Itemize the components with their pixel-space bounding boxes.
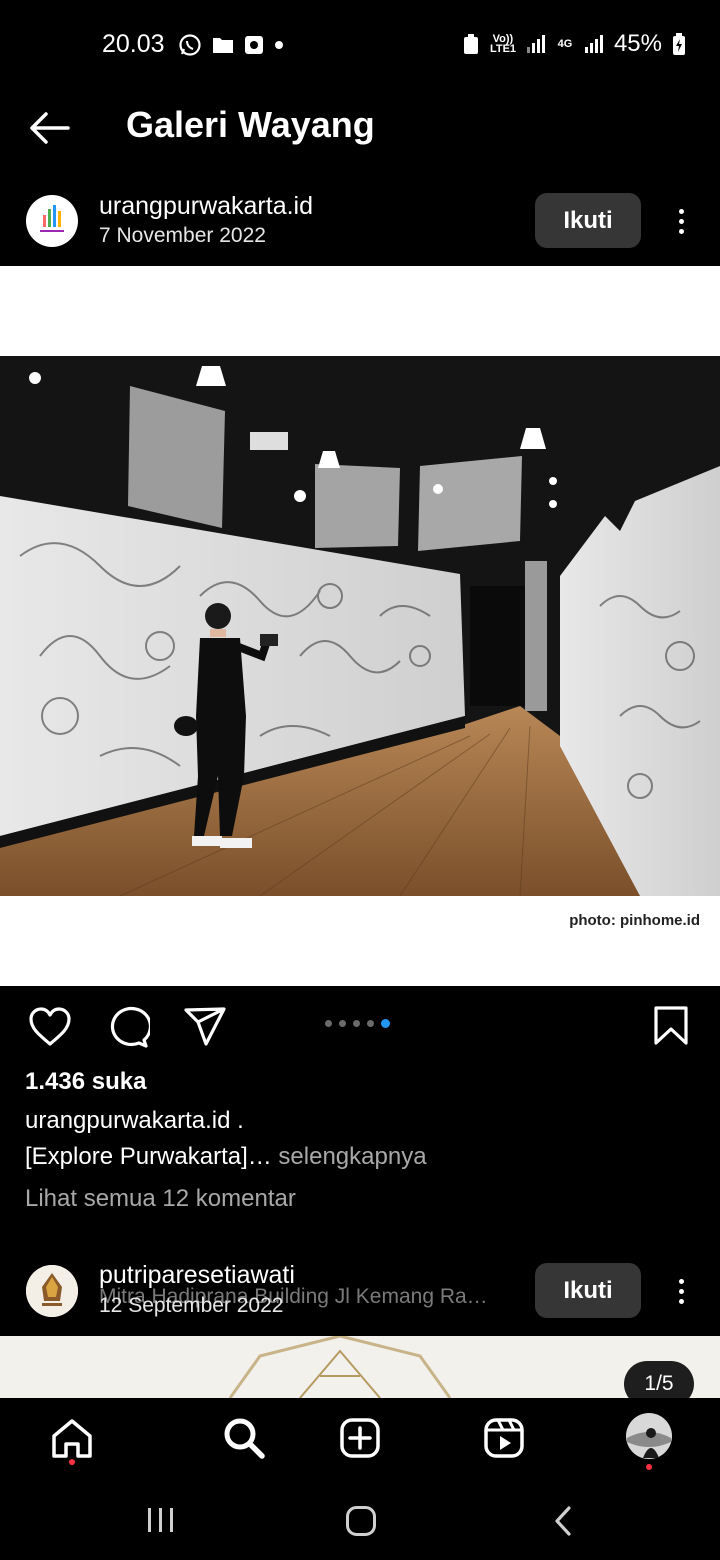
caption: [Explore Purwakarta]… selengkapnya bbox=[25, 1143, 427, 1171]
post1-follow-button[interactable]: Ikuti bbox=[535, 193, 641, 248]
camera-icon bbox=[245, 36, 263, 54]
signal-icon-1 bbox=[526, 35, 545, 53]
reels-icon[interactable] bbox=[482, 1416, 526, 1460]
battery-charging-icon bbox=[673, 33, 685, 55]
carousel-dot bbox=[325, 1020, 332, 1027]
back-arrow-icon[interactable] bbox=[28, 108, 72, 148]
folder-icon bbox=[213, 38, 233, 53]
post2-photo-preview bbox=[0, 1336, 720, 1398]
caption-username[interactable]: urangpurwakarta.id . bbox=[25, 1107, 244, 1135]
caption-text: [Explore Purwakarta]… bbox=[25, 1143, 272, 1170]
post2-more-options-icon[interactable] bbox=[671, 1271, 691, 1311]
create-icon[interactable] bbox=[338, 1416, 382, 1460]
carousel-indicator bbox=[325, 1019, 390, 1028]
dot-icon bbox=[275, 41, 283, 49]
photo-credit: photo: pinhome.id bbox=[569, 912, 700, 929]
post1-more-options-icon[interactable] bbox=[671, 201, 691, 241]
system-navigation-bar bbox=[0, 1478, 720, 1560]
bookmark-icon[interactable] bbox=[652, 1005, 690, 1047]
post2-media[interactable] bbox=[0, 1336, 720, 1398]
carousel-dot bbox=[353, 1020, 360, 1027]
view-all-comments-link[interactable]: Lihat semua 12 komentar bbox=[25, 1185, 296, 1213]
status-notification-icons bbox=[178, 33, 284, 57]
profile-avatar[interactable] bbox=[625, 1412, 673, 1460]
post2-date: 12 September 2022 bbox=[99, 1294, 284, 1317]
page-title: Galeri Wayang bbox=[126, 104, 375, 145]
carousel-dot-active bbox=[381, 1019, 390, 1028]
signal-icon-2 bbox=[584, 35, 603, 53]
post1-media[interactable]: photo: pinhome.id bbox=[0, 266, 720, 986]
share-icon[interactable] bbox=[183, 1006, 227, 1048]
status-time: 20.03 bbox=[102, 30, 165, 58]
home-icon[interactable] bbox=[50, 1416, 94, 1460]
search-icon[interactable] bbox=[222, 1416, 266, 1460]
post1-username[interactable]: urangpurwakarta.id bbox=[99, 192, 313, 221]
post2-avatar[interactable] bbox=[26, 1265, 78, 1317]
volte-label: Vo)) LTE1 bbox=[489, 33, 517, 55]
bottom-navigation bbox=[0, 1398, 720, 1478]
carousel-dot bbox=[339, 1020, 346, 1027]
carousel-dot bbox=[367, 1020, 374, 1027]
home-button-icon[interactable] bbox=[345, 1505, 377, 1537]
home-notification-dot bbox=[69, 1459, 75, 1465]
whatsapp-icon bbox=[179, 34, 201, 56]
recycle-icon bbox=[463, 34, 478, 54]
post2-username[interactable]: putriparesetiawati bbox=[99, 1261, 295, 1290]
comment-icon[interactable] bbox=[106, 1006, 150, 1048]
like-icon[interactable] bbox=[28, 1006, 72, 1048]
battery-percent: 45% bbox=[613, 30, 662, 57]
recent-apps-icon[interactable] bbox=[146, 1506, 176, 1534]
putriparesetiawati-logo bbox=[26, 1265, 78, 1317]
urangpurwakarta-logo bbox=[40, 205, 64, 232]
network-label: 4G bbox=[557, 38, 573, 50]
see-more-link[interactable]: selengkapnya bbox=[272, 1143, 426, 1170]
post1-avatar[interactable] bbox=[26, 195, 78, 247]
likes-count[interactable]: 1.436 suka bbox=[25, 1068, 146, 1096]
gallery-photo bbox=[0, 356, 720, 896]
status-right-group: Vo)) LTE1 4G 45% bbox=[462, 30, 686, 58]
post1-date: 7 November 2022 bbox=[99, 224, 266, 247]
profile-notification-dot bbox=[646, 1464, 652, 1470]
back-button-icon[interactable] bbox=[552, 1505, 574, 1537]
post2-follow-button[interactable]: Ikuti bbox=[535, 1263, 641, 1318]
